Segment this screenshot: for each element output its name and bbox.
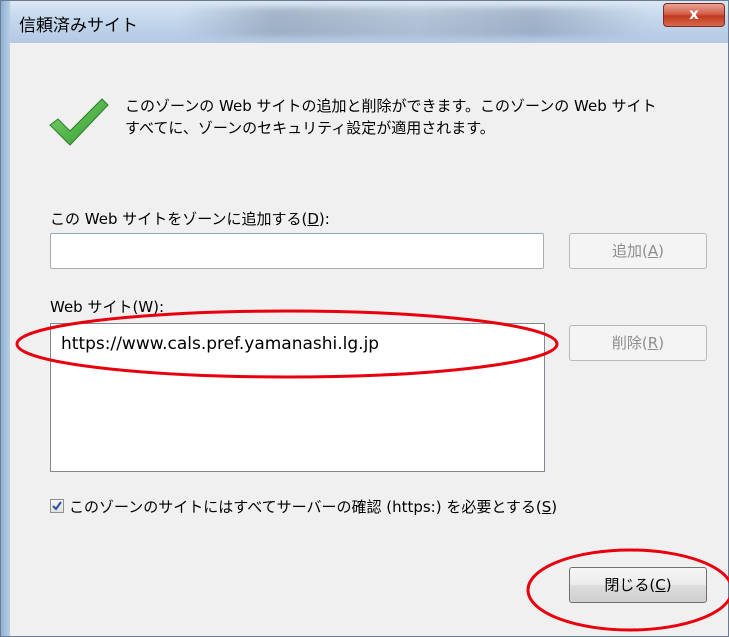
list-item[interactable]: https://www.cals.pref.yamanashi.lg.jp — [61, 334, 379, 354]
add-button[interactable]: 追加(A) — [569, 233, 707, 269]
info-line-2: すべてに、ゾーンのセキュリティ設定が適用されます。 — [125, 119, 495, 137]
remove-button[interactable]: 削除(R) — [569, 325, 707, 361]
dialog-content: このゾーンの Web サイトの追加と削除ができます。このゾーンの Web サイト… — [10, 43, 727, 635]
blurred-title-area — [181, 7, 651, 37]
title-bar[interactable]: 信頼済みサイト x — [1, 1, 728, 43]
require-https-checkbox[interactable] — [50, 499, 64, 513]
websites-list[interactable]: https://www.cals.pref.yamanashi.lg.jp — [50, 323, 545, 472]
info-line-1: このゾーンの Web サイトの追加と削除ができます。このゾーンの Web サイト — [125, 97, 657, 115]
dialog-window: 信頼済みサイト x このゾーンの Web サイトの追加と削除ができます。このゾー… — [0, 0, 729, 637]
window-title: 信頼済みサイト — [19, 16, 138, 36]
add-site-input[interactable] — [50, 233, 544, 269]
require-https-label[interactable]: このゾーンのサイトにはすべてサーバーの確認 (https:) を必要とする(S) — [69, 496, 557, 517]
add-site-label: この Web サイトをゾーンに追加する(D): — [50, 210, 330, 228]
checkmark-icon — [52, 501, 62, 511]
window-left-border — [1, 1, 10, 636]
close-button[interactable]: 閉じる(C) — [569, 567, 707, 603]
green-checkmark-icon — [49, 98, 109, 146]
close-window-button[interactable]: x — [663, 3, 725, 27]
zone-info-text: このゾーンの Web サイトの追加と削除ができます。このゾーンの Web サイト… — [125, 95, 715, 139]
websites-label: Web サイト(W): — [50, 298, 165, 316]
